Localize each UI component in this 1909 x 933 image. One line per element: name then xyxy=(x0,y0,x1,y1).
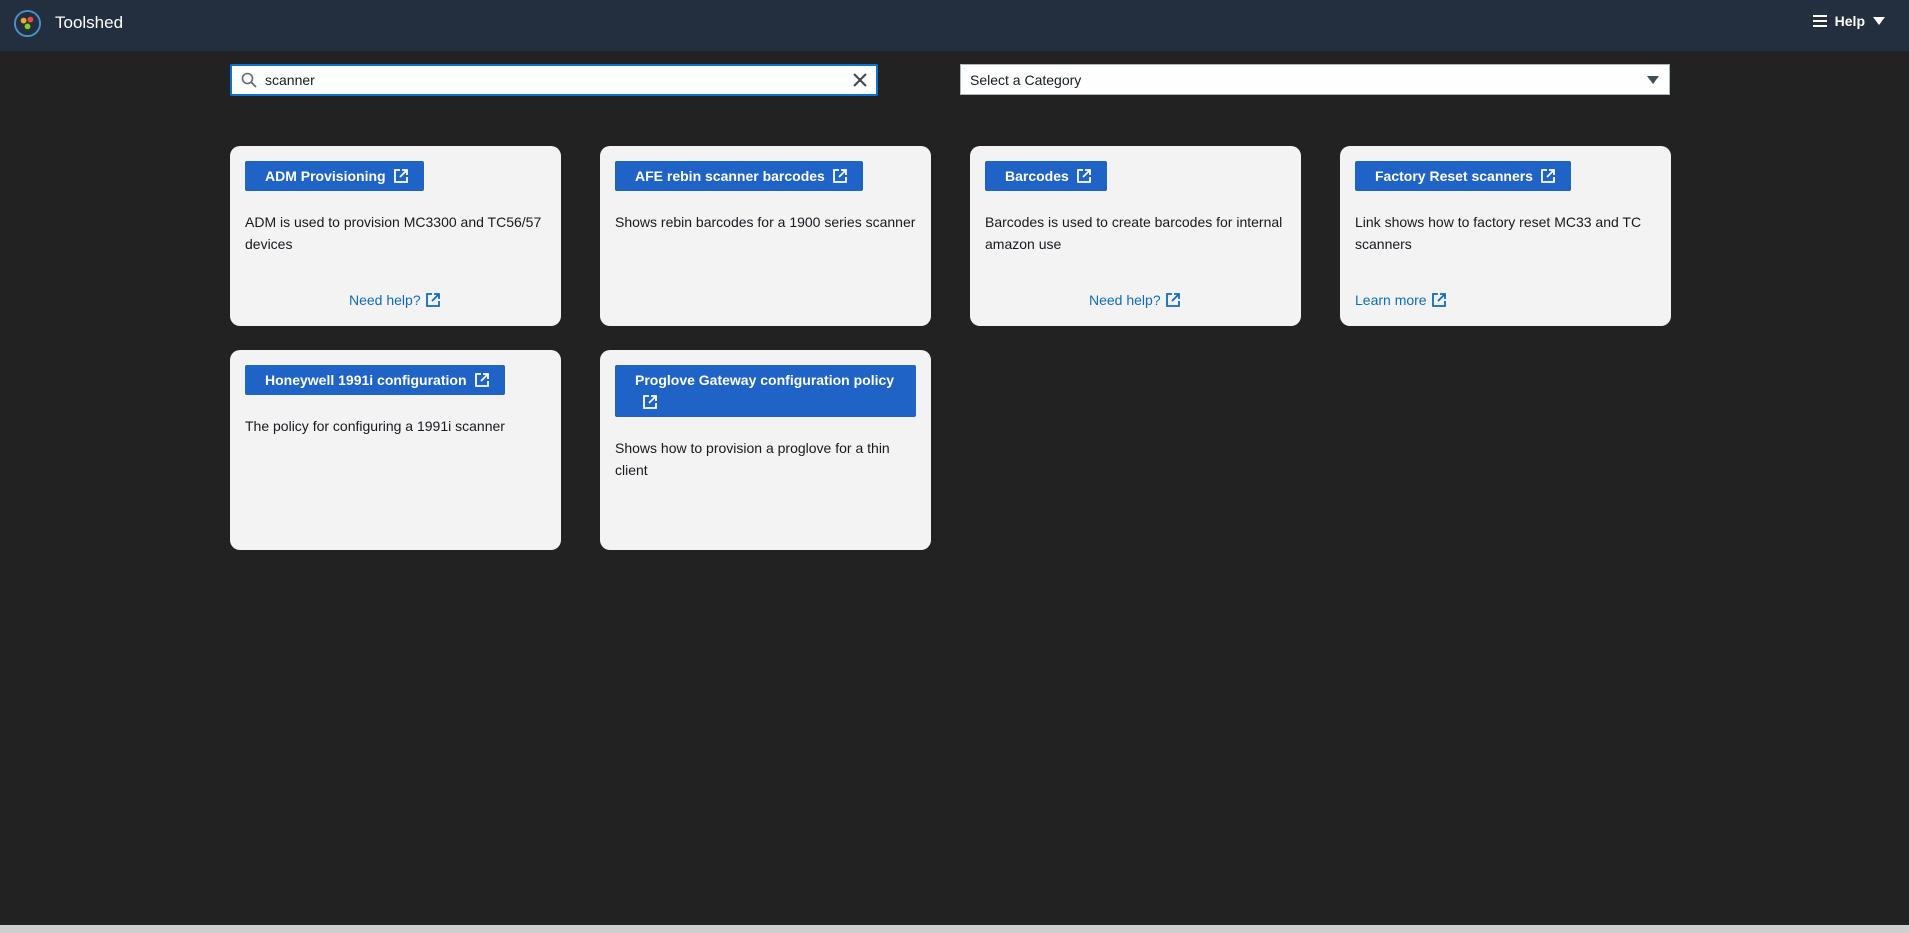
tool-description: Shows how to provision a proglove for a … xyxy=(615,440,890,478)
category-select[interactable]: Select a Category xyxy=(960,64,1670,95)
tool-card: Factory Reset scanners Link shows how to… xyxy=(1340,146,1671,326)
external-link-icon xyxy=(1541,169,1555,183)
tool-button-label: Honeywell 1991i configuration xyxy=(265,372,467,388)
tool-card: ADM Provisioning ADM is used to provisio… xyxy=(230,146,561,326)
link-label: Need help? xyxy=(1089,292,1161,308)
external-link-icon xyxy=(393,169,408,183)
external-link-icon xyxy=(425,293,440,307)
external-link-icon xyxy=(474,373,489,387)
link-label: Need help? xyxy=(349,292,421,308)
tool-launch-button[interactable]: Honeywell 1991i configuration xyxy=(245,365,505,395)
tool-button-label: ADM Provisioning xyxy=(265,168,386,184)
search-field[interactable] xyxy=(230,64,878,96)
hamburger-menu-icon xyxy=(1812,15,1827,27)
external-link-icon xyxy=(1076,169,1091,183)
horizontal-scrollbar[interactable] xyxy=(0,925,1909,933)
link-label: Learn more xyxy=(1355,292,1427,308)
tool-card: Proglove Gateway configuration policy Sh… xyxy=(600,350,931,550)
caret-down-icon xyxy=(1647,75,1659,84)
tool-button-label: Barcodes xyxy=(1005,168,1069,184)
external-link-icon xyxy=(643,395,657,409)
tool-launch-button[interactable]: Proglove Gateway configuration policy xyxy=(615,365,916,417)
tool-description: Barcodes is used to create barcodes for … xyxy=(985,214,1283,252)
external-link-icon xyxy=(1431,293,1446,307)
tool-card: Barcodes Barcodes is used to create barc… xyxy=(970,146,1301,326)
external-link-icon xyxy=(832,169,847,183)
search-icon xyxy=(241,72,257,88)
category-select-value: Select a Category xyxy=(970,71,1082,88)
help-menu-button[interactable]: Help xyxy=(1812,13,1885,29)
tool-description: Link shows how to factory reset MC33 and… xyxy=(1355,214,1642,252)
toolshed-logo-icon[interactable] xyxy=(13,9,42,38)
tool-launch-button[interactable]: Barcodes xyxy=(985,161,1107,191)
tool-description: Shows rebin barcodes for a 1900 series s… xyxy=(615,214,916,230)
close-icon[interactable] xyxy=(850,70,870,90)
tool-launch-button[interactable]: AFE rebin scanner barcodes xyxy=(615,161,863,191)
tool-description: ADM is used to provision MC3300 and TC56… xyxy=(245,214,542,252)
need-help-link[interactable]: Need help? xyxy=(1089,292,1180,308)
tool-card: Honeywell 1991i configuration The policy… xyxy=(230,350,561,550)
caret-down-icon xyxy=(1873,17,1885,25)
top-navigation-bar: Toolshed Help xyxy=(0,0,1909,51)
search-input[interactable] xyxy=(265,68,850,92)
tool-card: AFE rebin scanner barcodes Shows rebin b… xyxy=(600,146,931,326)
external-link-icon xyxy=(1165,293,1180,307)
tool-launch-button[interactable]: Factory Reset scanners xyxy=(1355,161,1571,191)
tool-button-label: Factory Reset scanners xyxy=(1375,168,1533,184)
tool-launch-button[interactable]: ADM Provisioning xyxy=(245,161,424,191)
tool-button-label: AFE rebin scanner barcodes xyxy=(635,168,825,184)
learn-more-link[interactable]: Learn more xyxy=(1355,292,1446,308)
help-label: Help xyxy=(1834,13,1865,29)
tool-button-label: Proglove Gateway configuration policy xyxy=(635,372,895,388)
app-title[interactable]: Toolshed xyxy=(55,13,123,33)
need-help-link[interactable]: Need help? xyxy=(349,292,440,308)
tool-description: The policy for configuring a 1991i scann… xyxy=(245,418,505,434)
